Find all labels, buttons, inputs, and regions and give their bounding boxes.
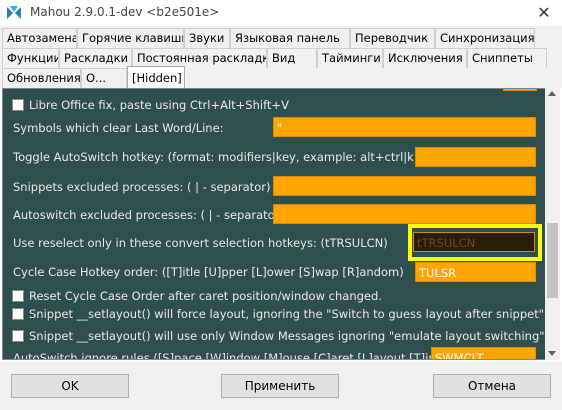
- close-icon[interactable]: ✕: [534, 3, 554, 22]
- tab-functions[interactable]: Функции: [2, 48, 59, 68]
- scroll-thumb[interactable]: [547, 223, 558, 298]
- cycle-case-row: Cycle Case Hotkey order: ([T]itle [U]ppe…: [3, 261, 543, 283]
- tab-hidden[interactable]: [Hidden]: [127, 66, 185, 89]
- libre-office-fix-label: Libre Office fix, paste using Ctrl+Alt+S…: [29, 98, 289, 112]
- cutoff-field[interactable]: [503, 89, 537, 91]
- toggle-autoswitch-field[interactable]: [415, 147, 536, 167]
- autoswitch-ignore-field[interactable]: SWMCLT: [431, 347, 536, 359]
- button-bar: OK Применить Отмена: [0, 362, 562, 410]
- cycle-case-label: Cycle Case Hotkey order: ([T]itle [U]ppe…: [13, 265, 404, 279]
- tab-timings[interactable]: Тайминги: [317, 48, 383, 68]
- vertical-scrollbar[interactable]: [545, 88, 560, 360]
- reselect-hotkeys-label: Use reselect only in these convert selec…: [13, 236, 388, 250]
- setlayout-messages-label: Snippet __setlayout() will use only Wind…: [29, 329, 549, 343]
- yellow-highlight-box: [408, 224, 542, 261]
- tab-sounds[interactable]: Звуки: [184, 28, 230, 48]
- tab-language-bar[interactable]: Языковая панель: [230, 28, 350, 48]
- tab-about[interactable]: О...: [81, 68, 127, 88]
- hidden-settings-panel: Libre Office fix, paste using Ctrl+Alt+S…: [2, 88, 560, 360]
- scroll-down-icon[interactable]: [548, 351, 556, 356]
- autoswitch-ignore-row: AutoSwitch ignore rules ([S]pace [W]indo…: [3, 347, 543, 360]
- ok-button[interactable]: OK: [11, 374, 129, 398]
- tab-view[interactable]: Вид: [267, 48, 317, 68]
- autoswitch-excluded-label: Autoswitch excluded processes: ( | - sep…: [13, 208, 284, 222]
- libre-office-fix-checkbox[interactable]: [12, 99, 24, 111]
- setlayout-messages-checkbox[interactable]: [12, 330, 24, 342]
- setlayout-messages-row: Snippet __setlayout() will use only Wind…: [3, 325, 548, 347]
- setlayout-force-label: Snippet __setlayout() will force layout,…: [29, 307, 548, 321]
- tab-persistent-layout[interactable]: Постоянная раскладка: [132, 48, 267, 68]
- mahou-logo-icon: [7, 6, 21, 19]
- toggle-autoswitch-label: Toggle AutoSwitch hotkey: (format: modif…: [13, 150, 419, 164]
- tab-row-3: Обновления О... [Hidden]: [2, 66, 185, 89]
- tab-strip: Автозамена Горячие клавиши Звуки Языкова…: [0, 26, 562, 89]
- snippets-excluded-row: Snippets excluded processes: ( | - separ…: [3, 176, 543, 198]
- window-title: Mahou 2.9.0.1-dev <b2e501e>: [30, 5, 220, 19]
- reset-cycle-case-label: Reset Cycle Case Order after caret posit…: [29, 289, 382, 303]
- symbols-clear-label: Symbols which clear Last Word/Line:: [13, 121, 224, 135]
- libre-office-fix-row: Libre Office fix, paste using Ctrl+Alt+S…: [3, 94, 543, 116]
- tab-updates[interactable]: Обновления: [2, 68, 81, 88]
- tab-row-1: Автозамена Горячие клавиши Звуки Языкова…: [2, 28, 535, 48]
- tab-snippets[interactable]: Сниппеты: [467, 48, 547, 68]
- autoswitch-ignore-label: AutoSwitch ignore rules ([S]pace [W]indo…: [13, 351, 460, 360]
- symbols-clear-field[interactable]: ": [273, 117, 536, 137]
- cancel-button[interactable]: Отмена: [433, 374, 551, 398]
- autoswitch-excluded-field[interactable]: [273, 204, 536, 224]
- autoswitch-excluded-row: Autoswitch excluded processes: ( | - sep…: [3, 204, 543, 226]
- cycle-case-field[interactable]: TULSR: [415, 262, 536, 282]
- reset-cycle-case-checkbox[interactable]: [12, 290, 24, 302]
- tab-exceptions[interactable]: Исключения: [383, 48, 467, 68]
- tab-layouts[interactable]: Раскладки: [59, 48, 132, 68]
- tab-autoreplace[interactable]: Автозамена: [2, 28, 77, 48]
- apply-button[interactable]: Применить: [221, 374, 339, 398]
- setlayout-force-row: Snippet __setlayout() will force layout,…: [3, 303, 548, 325]
- tab-translator[interactable]: Переводчик: [350, 28, 435, 48]
- snippets-excluded-field[interactable]: [273, 176, 536, 196]
- tab-row-2: Функции Раскладки Постоянная раскладка В…: [2, 48, 547, 68]
- tab-hotkeys[interactable]: Горячие клавиши: [77, 28, 184, 48]
- setlayout-force-checkbox[interactable]: [12, 308, 24, 320]
- tab-sync[interactable]: Синхронизация: [435, 28, 535, 48]
- scroll-up-icon[interactable]: [548, 91, 556, 96]
- title-bar: Mahou 2.9.0.1-dev <b2e501e> ✕: [0, 0, 562, 26]
- snippets-excluded-label: Snippets excluded processes: ( | - separ…: [13, 180, 271, 194]
- symbols-clear-row: Symbols which clear Last Word/Line: ": [3, 117, 543, 139]
- toggle-autoswitch-row: Toggle AutoSwitch hotkey: (format: modif…: [3, 146, 543, 168]
